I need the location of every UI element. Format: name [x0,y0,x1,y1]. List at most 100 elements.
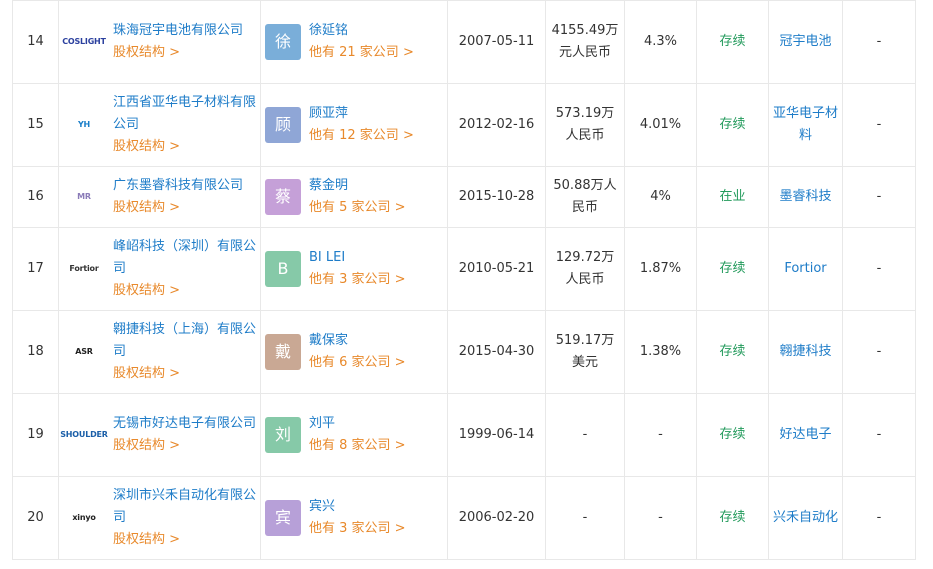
brand-link[interactable]: 冠宇电池 [768,0,843,84]
logo-text: Fortior [69,264,99,273]
legal-person-cell: 刘 刘平 他有 8 家公司 > [260,393,448,477]
row-index: 16 [12,166,59,228]
other-companies-link[interactable]: 他有 8 家公司 > [309,435,406,457]
company-cell: SHOULDER 无锡市好达电子有限公司 股权结构 > [58,393,261,477]
equity-structure-link[interactable]: 股权结构 > [113,42,256,64]
logo-text: ASR [75,347,93,356]
extra-cell: - [842,83,916,167]
legal-person-cell: 顾 顾亚萍 他有 12 家公司 > [260,83,448,167]
investment-ratio: 4.3% [624,0,697,84]
brand-link[interactable]: 亚华电子材料 [768,83,843,167]
avatar: 刘 [265,417,301,453]
company-logo[interactable]: SHOULDER [60,414,108,456]
equity-structure-link[interactable]: 股权结构 > [113,529,256,551]
status-text: 在业 [696,166,769,228]
avatar: 顾 [265,107,301,143]
registered-capital: 573.19万人民币 [545,83,625,167]
company-logo[interactable]: COSLIGHT [62,21,106,63]
table-row: 15 YH 江西省亚华电子材料有限公司 股权结构 > 顾 顾亚萍 他有 12 家… [12,83,916,167]
logo-text: YH [77,120,91,129]
person-name-link[interactable]: 顾亚萍 [309,103,414,125]
table-row: 20 xinyo 深圳市兴禾自动化有限公司 股权结构 > 宾 宾兴 他有 3 家… [12,476,916,560]
status-text: 存续 [696,227,769,311]
status-text: 存续 [696,393,769,477]
legal-person-cell: B BI LEI 他有 3 家公司 > [260,227,448,311]
row-index: 17 [12,227,59,311]
company-logo[interactable]: ASR [63,331,105,373]
equity-structure-link[interactable]: 股权结构 > [113,136,256,158]
row-index: 18 [12,310,59,394]
brand-link[interactable]: 好达电子 [768,393,843,477]
table-row: 17 Fortior 峰岹科技（深圳）有限公司 股权结构 > B BI LEI … [12,227,916,311]
equity-structure-link[interactable]: 股权结构 > [113,363,256,385]
company-cell: MR 广东墨睿科技有限公司 股权结构 > [58,166,261,228]
company-cell: ASR 翱捷科技（上海）有限公司 股权结构 > [58,310,261,394]
other-companies-link[interactable]: 他有 6 家公司 > [309,352,406,374]
company-name-link[interactable]: 深圳市兴禾自动化有限公司 [113,485,256,529]
row-index: 20 [12,476,59,560]
extra-cell: - [842,476,916,560]
company-name-link[interactable]: 江西省亚华电子材料有限公司 [113,92,256,136]
person-name-link[interactable]: BI LEI [309,247,406,269]
table-row: 16 MR 广东墨睿科技有限公司 股权结构 > 蔡 蔡金明 他有 5 家公司 >… [12,166,916,228]
company-name-link[interactable]: 翱捷科技（上海）有限公司 [113,319,256,363]
brand-link[interactable]: 兴禾自动化 [768,476,843,560]
established-date: 2006-02-20 [447,476,546,560]
status-text: 存续 [696,310,769,394]
extra-cell: - [842,310,916,394]
company-cell: Fortior 峰岹科技（深圳）有限公司 股权结构 > [58,227,261,311]
table-body: 14 COSLIGHT 珠海冠宇电池有限公司 股权结构 > 徐 徐延铭 他有 2… [12,0,916,560]
established-date: 1999-06-14 [447,393,546,477]
established-date: 2015-04-30 [447,310,546,394]
row-index: 15 [12,83,59,167]
company-logo[interactable]: MR [63,176,105,218]
extra-cell: - [842,0,916,84]
registered-capital: 4155.49万元人民币 [545,0,625,84]
legal-person-cell: 宾 宾兴 他有 3 家公司 > [260,476,448,560]
equity-structure-link[interactable]: 股权结构 > [113,197,256,219]
avatar: 蔡 [265,179,301,215]
status-text: 存续 [696,83,769,167]
equity-structure-link[interactable]: 股权结构 > [113,280,256,302]
registered-capital: 50.88万人民币 [545,166,625,228]
table-row: 14 COSLIGHT 珠海冠宇电池有限公司 股权结构 > 徐 徐延铭 他有 2… [12,0,916,84]
other-companies-link[interactable]: 他有 3 家公司 > [309,518,406,540]
brand-link[interactable]: 墨睿科技 [768,166,843,228]
other-companies-link[interactable]: 他有 5 家公司 > [309,197,406,219]
company-name-link[interactable]: 珠海冠宇电池有限公司 [113,20,256,42]
avatar: 徐 [265,24,301,60]
established-date: 2015-10-28 [447,166,546,228]
status-text: 存续 [696,476,769,560]
legal-person-cell: 徐 徐延铭 他有 21 家公司 > [260,0,448,84]
person-name-link[interactable]: 徐延铭 [309,20,414,42]
equity-structure-link[interactable]: 股权结构 > [113,435,256,457]
table-row: 19 SHOULDER 无锡市好达电子有限公司 股权结构 > 刘 刘平 他有 8… [12,393,916,477]
investment-ratio: 4.01% [624,83,697,167]
company-logo[interactable]: Fortior [63,248,105,290]
brand-link[interactable]: Fortior [768,227,843,311]
other-companies-link[interactable]: 他有 3 家公司 > [309,269,406,291]
established-date: 2012-02-16 [447,83,546,167]
other-companies-link[interactable]: 他有 12 家公司 > [309,125,414,147]
registered-capital: - [545,393,625,477]
company-name-link[interactable]: 广东墨睿科技有限公司 [113,175,256,197]
avatar: 戴 [265,334,301,370]
person-name-link[interactable]: 宾兴 [309,496,406,518]
investment-ratio: 4% [624,166,697,228]
company-logo[interactable]: YH [63,104,105,146]
company-name-link[interactable]: 峰岹科技（深圳）有限公司 [113,236,256,280]
person-name-link[interactable]: 蔡金明 [309,175,406,197]
logo-text: xinyo [72,513,96,522]
person-name-link[interactable]: 刘平 [309,413,406,435]
person-name-link[interactable]: 戴保家 [309,330,406,352]
legal-person-cell: 蔡 蔡金明 他有 5 家公司 > [260,166,448,228]
logo-text: MR [77,192,91,201]
company-name-link[interactable]: 无锡市好达电子有限公司 [113,413,256,435]
brand-link[interactable]: 翱捷科技 [768,310,843,394]
row-index: 19 [12,393,59,477]
extra-cell: - [842,393,916,477]
row-index: 14 [12,0,59,84]
company-logo[interactable]: xinyo [63,497,105,539]
other-companies-link[interactable]: 他有 21 家公司 > [309,42,414,64]
investment-ratio: - [624,393,697,477]
